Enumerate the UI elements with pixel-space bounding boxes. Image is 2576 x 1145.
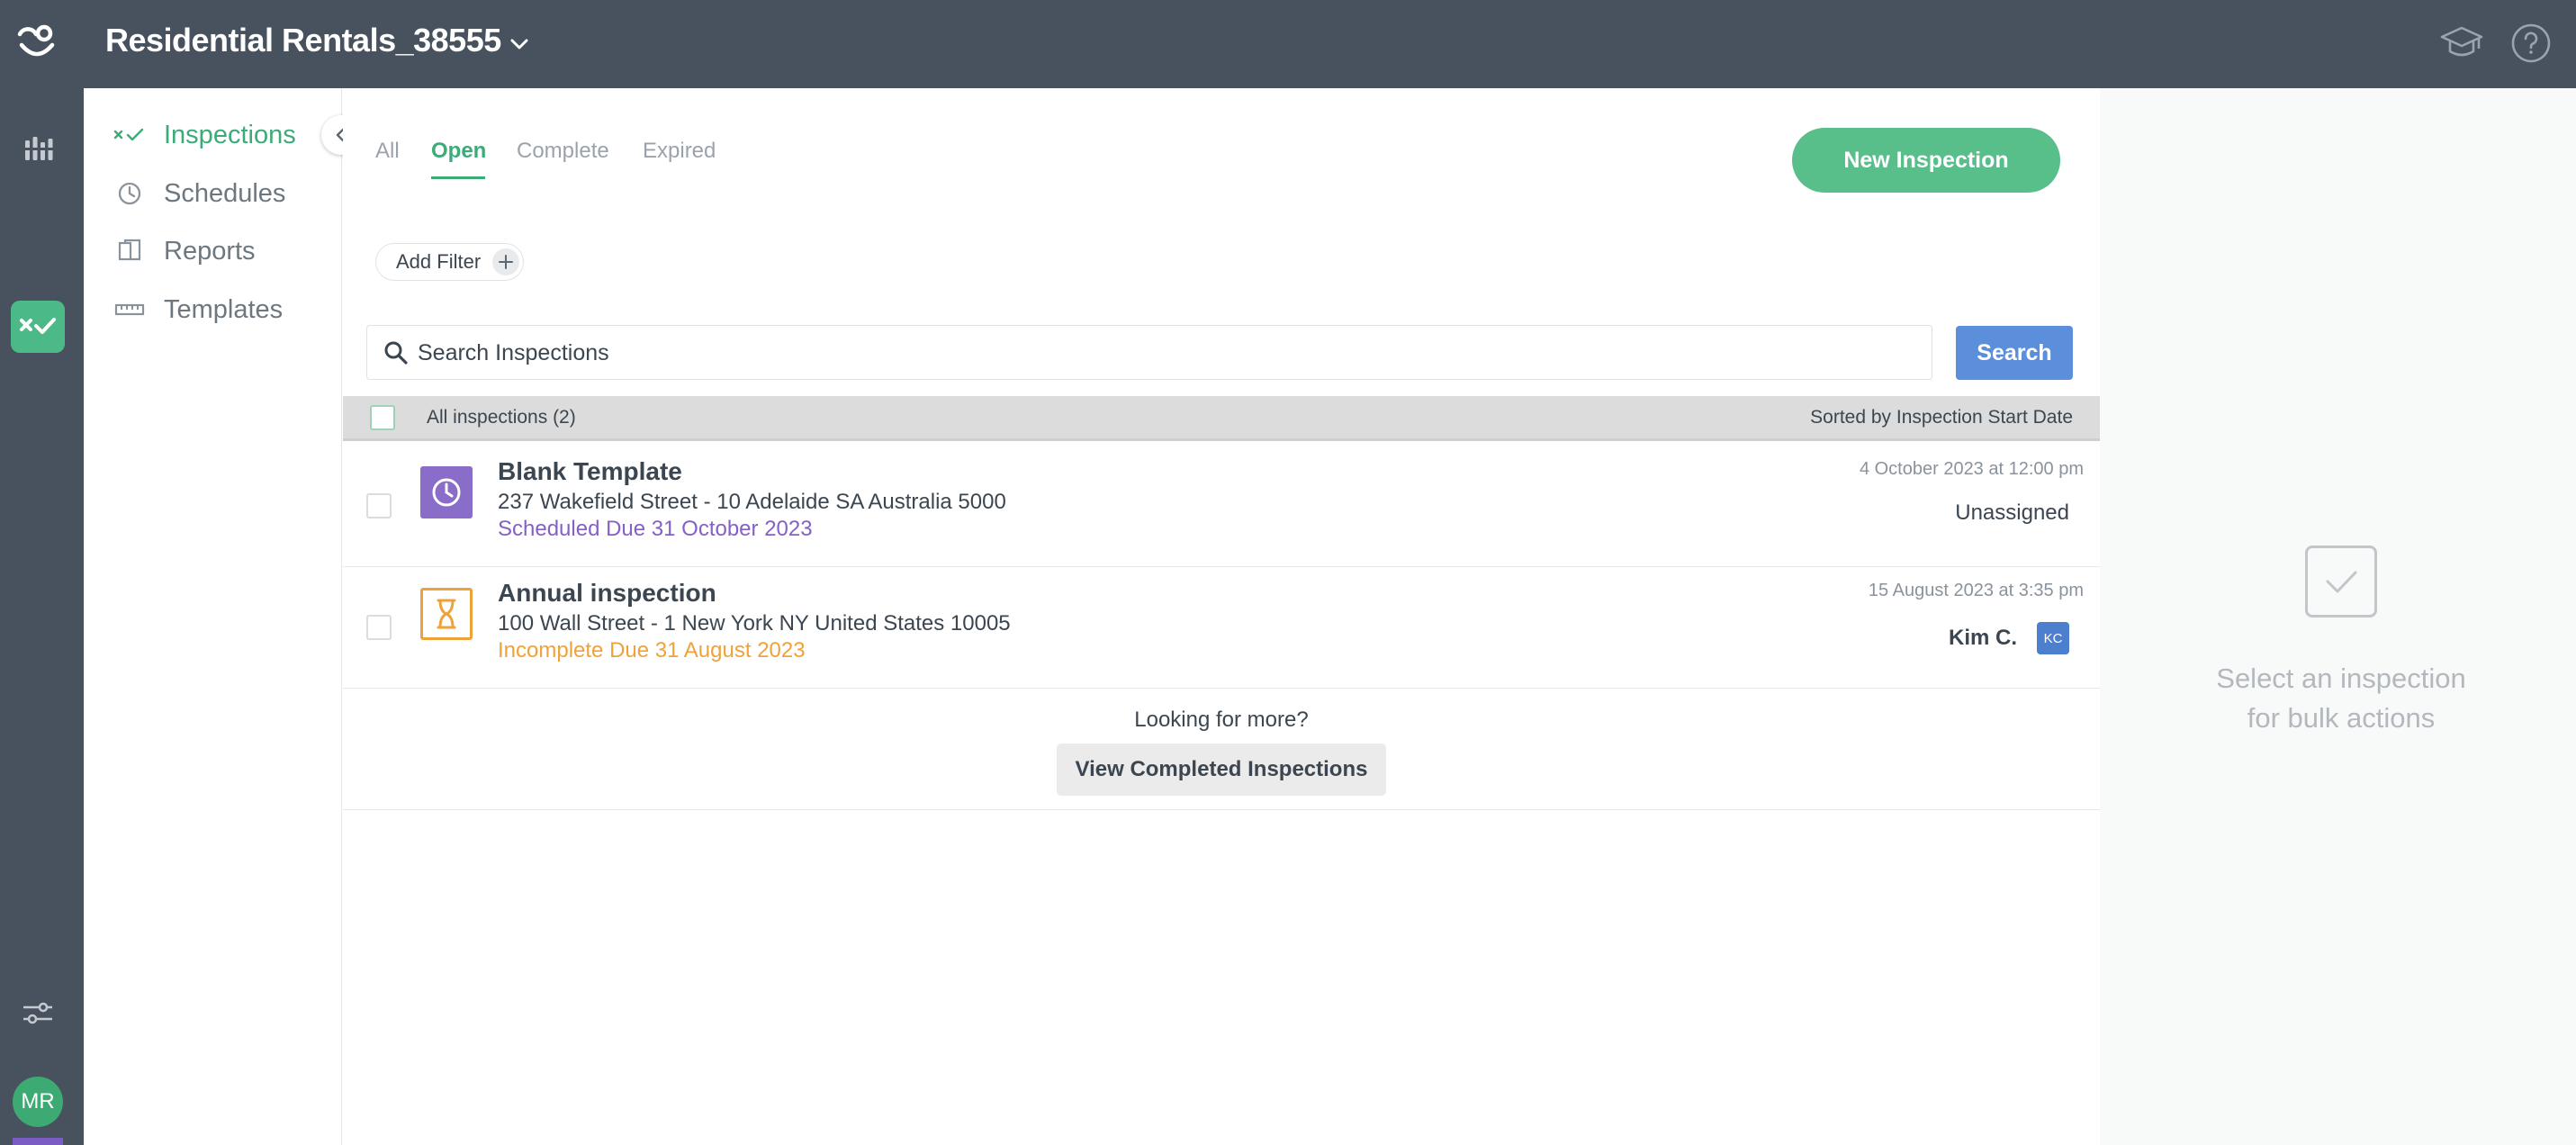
- select-all-checkbox[interactable]: [370, 405, 395, 430]
- sidebar-item-label: Schedules: [164, 178, 286, 208]
- bulk-actions-panel: Select an inspection for bulk actions: [2100, 88, 2576, 1145]
- tab-expired[interactable]: Expired: [643, 139, 716, 164]
- assignee: Unassigned: [1955, 500, 2069, 526]
- avatar[interactable]: MR: [13, 1077, 63, 1127]
- search-button[interactable]: Search: [1956, 326, 2073, 380]
- inspection-status: Scheduled Due 31 October 2023: [498, 517, 813, 541]
- search-icon: [384, 341, 408, 365]
- sort-label[interactable]: Sorted by Inspection Start Date: [1810, 407, 2073, 428]
- help-icon[interactable]: [2509, 22, 2553, 65]
- inspection-address: 100 Wall Street - 1 New York NY United S…: [498, 611, 1011, 636]
- sidebar-item-schedules[interactable]: Schedules: [113, 171, 285, 216]
- new-inspection-button[interactable]: New Inspection: [1792, 128, 2060, 193]
- inspection-address: 237 Wakefield Street - 10 Adelaide SA Au…: [498, 490, 1006, 514]
- inspection-status: Incomplete Due 31 August 2023: [498, 638, 806, 663]
- list-header: All inspections (2) Sorted by Inspection…: [343, 396, 2100, 441]
- chevron-down-icon[interactable]: [506, 31, 533, 58]
- inspection-title: Blank Template: [498, 457, 682, 485]
- assignee-badge: KC: [2037, 622, 2069, 654]
- table-row[interactable]: Annual inspection 100 Wall Street - 1 Ne…: [343, 568, 2100, 689]
- row-checkbox[interactable]: [366, 493, 392, 518]
- settings-sliders-icon[interactable]: [20, 997, 56, 1028]
- logo-icon[interactable]: [16, 22, 58, 63]
- sidebar-item-templates[interactable]: Templates: [113, 287, 283, 332]
- inspections-icon: [113, 119, 146, 151]
- main-content: All Open Complete Expired New Inspection…: [343, 88, 2100, 1145]
- workspace-title[interactable]: Residential Rentals_38555: [105, 22, 501, 59]
- row-checkbox[interactable]: [366, 615, 392, 640]
- left-rail: [0, 88, 84, 1145]
- dashboard-icon[interactable]: [23, 135, 56, 164]
- tab-open[interactable]: Open: [431, 139, 486, 164]
- inspections-icon: [20, 318, 56, 334]
- tab-all[interactable]: All: [375, 139, 400, 164]
- inspection-title: Annual inspection: [498, 579, 716, 607]
- checkbox-checked-icon: [2305, 545, 2377, 618]
- bulk-hint-line-2: for bulk actions: [2247, 702, 2436, 734]
- tab-complete[interactable]: Complete: [517, 139, 609, 164]
- search-field: [366, 325, 1932, 380]
- add-filter-label: Add Filter: [396, 250, 482, 273]
- rail-bottom-indicator: [13, 1138, 63, 1145]
- clock-icon: [113, 177, 146, 210]
- load-more-section: Looking for more? View Completed Inspect…: [343, 690, 2100, 810]
- reports-icon: [113, 235, 146, 267]
- view-completed-button[interactable]: View Completed Inspections: [1057, 744, 1386, 796]
- top-bar: Residential Rentals_38555: [0, 0, 2576, 88]
- clock-icon: [420, 466, 473, 518]
- active-tab-underline: [431, 176, 485, 179]
- sidebar-item-label: Inspections: [164, 120, 296, 149]
- sidebar-item-label: Reports: [164, 236, 256, 266]
- sidebar: Inspections Schedules Reports Templates: [84, 88, 342, 1145]
- rail-inspections-button[interactable]: [11, 301, 65, 353]
- sidebar-item-label: Templates: [164, 294, 284, 324]
- table-row[interactable]: Blank Template 237 Wakefield Street - 10…: [343, 446, 2100, 567]
- assignee-name: Kim C.: [1948, 626, 2017, 650]
- assignee: Kim C. KC: [1949, 622, 2069, 654]
- inspection-count: All inspections (2): [427, 407, 576, 428]
- inspection-date: 15 August 2023 at 3:35 pm: [1868, 581, 2084, 600]
- sidebar-item-inspections[interactable]: Inspections: [113, 113, 296, 158]
- graduation-cap-icon[interactable]: [2439, 23, 2484, 63]
- hourglass-icon: [420, 588, 473, 640]
- inspection-date: 4 October 2023 at 12:00 pm: [1859, 459, 2084, 479]
- plus-icon: [492, 248, 519, 275]
- looking-for-more-text: Looking for more?: [1134, 708, 1309, 732]
- bulk-hint-line-1: Select an inspection: [2216, 663, 2466, 694]
- search-input[interactable]: [418, 333, 1912, 373]
- add-filter-button[interactable]: Add Filter: [375, 243, 524, 281]
- assignee-name: Unassigned: [1955, 500, 2069, 525]
- ruler-icon: [113, 293, 146, 326]
- bulk-actions-hint: Select an inspection for bulk actions: [2100, 659, 2576, 738]
- sidebar-item-reports[interactable]: Reports: [113, 229, 256, 274]
